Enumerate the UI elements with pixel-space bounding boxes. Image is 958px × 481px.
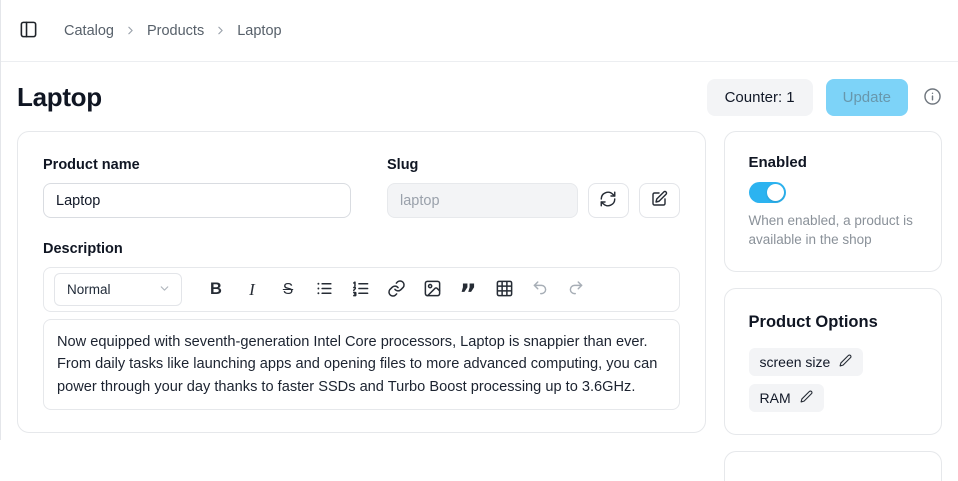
ordered-list-icon [351, 279, 370, 301]
enabled-toggle[interactable] [749, 182, 786, 203]
option-tag-ram[interactable]: RAM [749, 384, 824, 412]
chevron-down-icon [158, 282, 171, 298]
link-icon [387, 279, 406, 301]
next-card-partial [724, 451, 942, 481]
update-button[interactable]: Update [826, 79, 908, 116]
ordered-list-button[interactable] [345, 275, 375, 305]
editor-toolbar: Normal B I S [43, 267, 680, 312]
undo-button[interactable] [525, 275, 555, 305]
edit-slug-button[interactable] [639, 183, 680, 218]
breadcrumb: Catalog Products Laptop [64, 23, 282, 39]
table-icon [495, 279, 514, 301]
blockquote-icon: ” [459, 290, 477, 300]
bullet-list-icon [315, 279, 334, 301]
panel-left-icon [19, 20, 38, 42]
italic-button[interactable]: I [237, 275, 267, 305]
description-field: Description Normal B I S [43, 241, 680, 410]
paragraph-style-select[interactable]: Normal [54, 273, 182, 306]
option-tag-label: screen size [760, 354, 831, 370]
page-title: Laptop [17, 82, 102, 113]
product-options-card: Product Options screen size RAM [724, 288, 942, 435]
link-button[interactable] [381, 275, 411, 305]
info-button[interactable] [923, 87, 942, 109]
main-area: Laptop Counter: 1 Update Product name [1, 79, 958, 481]
info-icon [923, 87, 942, 109]
strikethrough-icon: S [283, 281, 293, 299]
breadcrumb-item-current: Laptop [237, 23, 281, 39]
paragraph-style-value: Normal [67, 282, 111, 297]
description-label: Description [43, 241, 680, 257]
product-form-card: Product name Slug [17, 131, 706, 433]
description-editor[interactable]: Now equipped with seventh-generation Int… [43, 319, 680, 410]
strikethrough-button[interactable]: S [273, 275, 303, 305]
breadcrumb-item-products[interactable]: Products [147, 23, 204, 39]
slug-field: Slug [387, 157, 680, 218]
chevron-right-icon [214, 24, 227, 37]
option-tag-screen-size[interactable]: screen size [749, 348, 864, 376]
bold-button[interactable]: B [201, 275, 231, 305]
redo-icon [567, 279, 585, 300]
regenerate-slug-button[interactable] [588, 183, 629, 218]
pencil-icon [800, 390, 813, 406]
slug-label: Slug [387, 157, 680, 173]
counter-button[interactable]: Counter: 1 [707, 79, 813, 116]
bullet-list-button[interactable] [309, 275, 339, 305]
app-window: Catalog Products Laptop Laptop Counter: … [0, 0, 958, 440]
toggle-knob [767, 184, 784, 201]
italic-icon: I [249, 280, 255, 300]
enabled-card: Enabled When enabled, a product is avail… [724, 131, 942, 272]
side-panel: Enabled When enabled, a product is avail… [724, 131, 942, 481]
top-bar: Catalog Products Laptop [1, 0, 958, 62]
product-name-field: Product name [43, 157, 351, 218]
pencil-icon [839, 354, 852, 370]
product-name-input[interactable] [43, 183, 351, 218]
page-header: Laptop Counter: 1 Update [17, 79, 942, 116]
bold-icon: B [210, 280, 222, 299]
sidebar-toggle-button[interactable] [19, 20, 38, 42]
table-button[interactable] [489, 275, 519, 305]
option-tag-label: RAM [760, 390, 791, 406]
header-actions: Counter: 1 Update [707, 79, 942, 116]
slug-input[interactable] [387, 183, 578, 218]
redo-button[interactable] [561, 275, 591, 305]
edit-icon [650, 190, 668, 211]
content-columns: Product name Slug [17, 131, 942, 481]
image-icon [423, 279, 442, 301]
blockquote-button[interactable]: ” [453, 275, 483, 305]
product-name-label: Product name [43, 157, 351, 173]
product-options-title: Product Options [749, 313, 917, 332]
enabled-label: Enabled [749, 154, 917, 171]
undo-icon [531, 279, 549, 300]
image-button[interactable] [417, 275, 447, 305]
refresh-icon [599, 190, 617, 211]
enabled-help-text: When enabled, a product is available in … [749, 212, 917, 249]
product-options-list: screen size RAM [749, 348, 917, 412]
breadcrumb-item-catalog[interactable]: Catalog [64, 23, 114, 39]
chevron-right-icon [124, 24, 137, 37]
